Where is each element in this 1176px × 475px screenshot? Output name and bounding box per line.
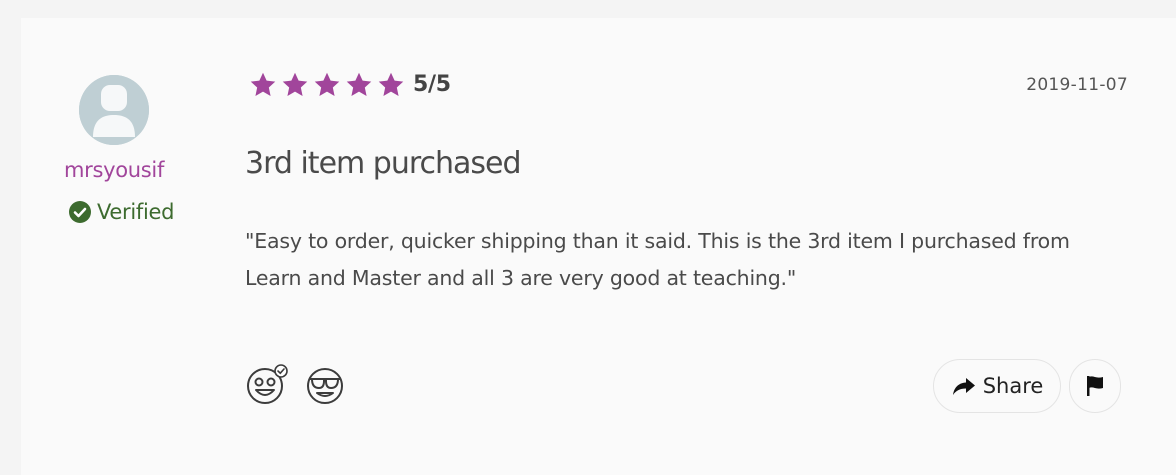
star-icon (346, 72, 372, 96)
reaction-grinning-checked[interactable] (245, 362, 289, 406)
flag-icon (1087, 376, 1103, 396)
review-title: 3rd item purchased (245, 146, 522, 181)
review-body: "Easy to order, quicker shipping than it… (245, 229, 1070, 290)
verified-label: Verified (97, 200, 175, 224)
review-date: 2019-11-07 (1026, 75, 1128, 95)
rating-score: 5/5 (413, 72, 451, 97)
star-icon (250, 72, 276, 96)
verified-badge: Verified (69, 198, 175, 226)
cool-sunglasses-face-icon (307, 368, 343, 404)
reaction-cool-sunglasses[interactable] (303, 362, 347, 406)
grinning-face-checked-icon (247, 364, 288, 404)
star-rating (249, 71, 405, 99)
default-user-avatar-icon (79, 75, 149, 145)
author-username[interactable]: mrsyousif (21, 158, 207, 182)
share-arrow-icon (952, 378, 975, 395)
share-button[interactable]: Share (933, 359, 1061, 413)
flag-button[interactable] (1069, 359, 1121, 413)
review-card: mrsyousif Verified 5/5 2019-11-07 3rd it… (21, 18, 1176, 475)
star-icon (378, 72, 404, 96)
check-circle-icon (69, 201, 91, 223)
avatar (79, 75, 149, 145)
star-icon (314, 72, 340, 96)
star-icon (282, 72, 308, 96)
share-label: Share (982, 374, 1044, 398)
